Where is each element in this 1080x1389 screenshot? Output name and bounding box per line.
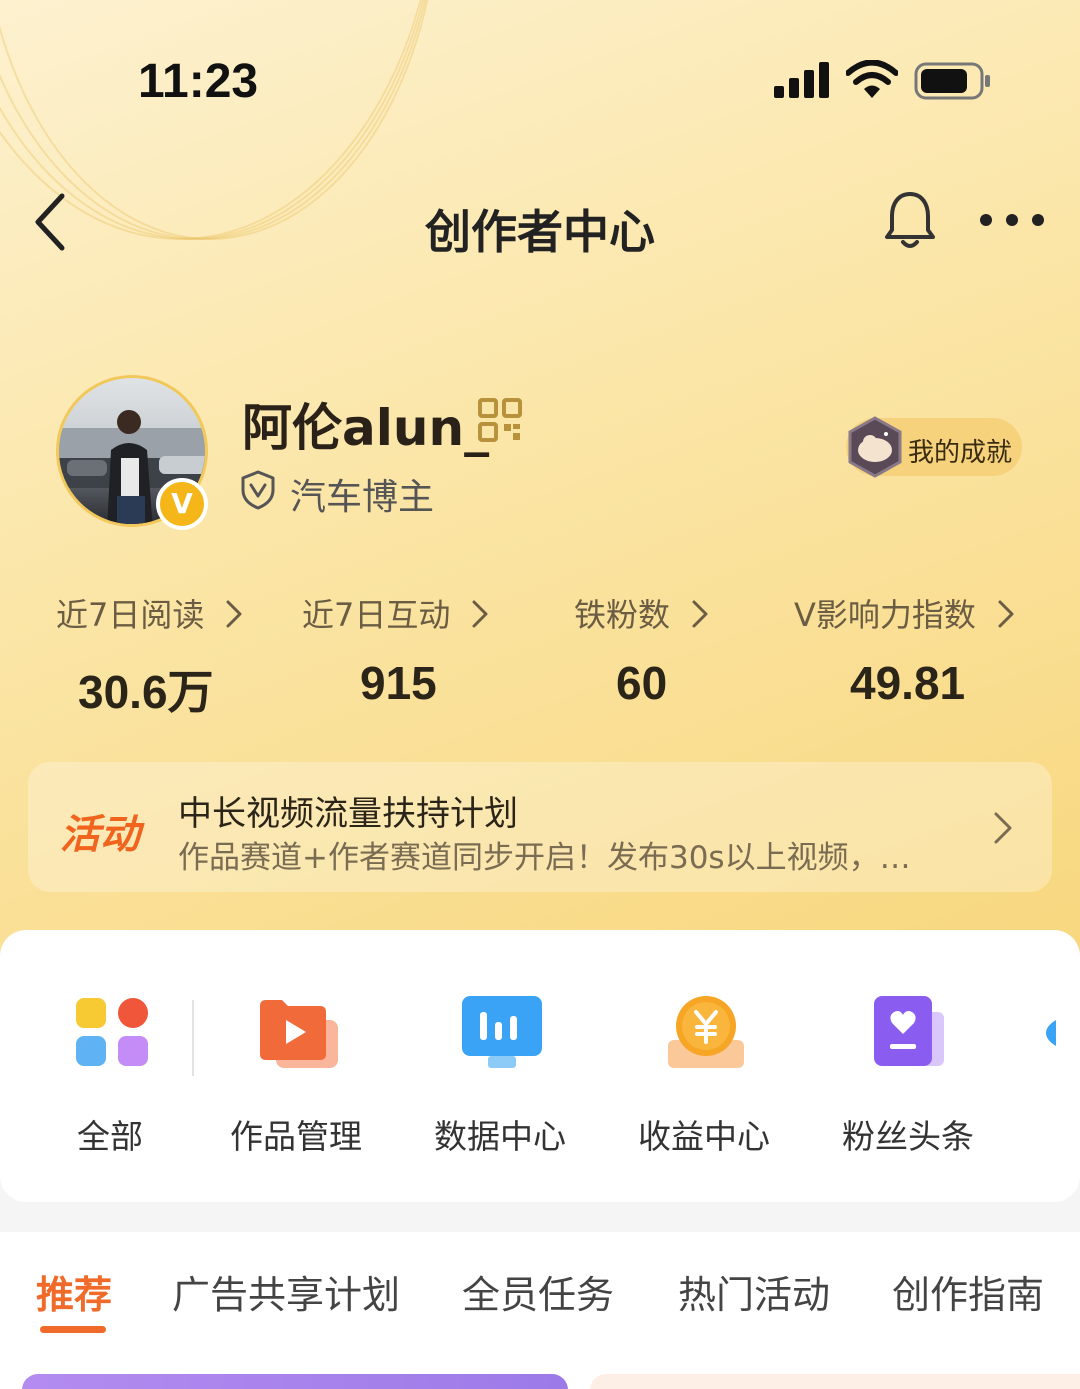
activity-description: 作品赛道+作者赛道同步开启！发布30s以上视频，… [178, 840, 911, 876]
profile-section: V 阿伦alun_ 汽车博主 我的成就 [0, 370, 1080, 540]
battery-icon [914, 62, 990, 100]
tab-recommended[interactable]: 推荐 [36, 1264, 112, 1319]
chevron-right-icon [994, 812, 1012, 844]
more-icon[interactable] [978, 210, 1046, 230]
yen-coin-icon [668, 996, 744, 1068]
tool-label: 粉丝头条 [842, 1117, 974, 1156]
tool-all[interactable]: 全部 [10, 994, 210, 1164]
video-folder-icon [260, 1000, 338, 1068]
tool-label: 数据中心 [434, 1117, 566, 1156]
grid-apps-icon [76, 998, 148, 1066]
achievement-label: 我的成就 [908, 438, 1013, 468]
signal-icon [774, 62, 829, 98]
tool-fans-headline[interactable]: 粉丝头条 [808, 994, 1008, 1164]
chevron-right-icon [472, 600, 488, 628]
shield-icon [241, 470, 275, 510]
stat-interactions[interactable]: 近7日互动 915 [302, 590, 502, 720]
stat-label: 近7日互动 [302, 596, 451, 634]
tab-creation-guide[interactable]: 创作指南 [892, 1264, 1044, 1319]
partial-tool-icon [1046, 1020, 1056, 1046]
verified-badge: V [156, 478, 208, 530]
activity-title: 中长视频流量扶持计划 [178, 794, 518, 834]
tools-divider [192, 1000, 194, 1076]
status-time: 11:23 [138, 55, 259, 108]
stat-value: 49.81 [850, 657, 966, 709]
heart-book-icon [874, 996, 944, 1066]
tool-data-center[interactable]: 数据中心 [400, 994, 600, 1164]
tab-hot-activities[interactable]: 热门活动 [678, 1264, 830, 1319]
tab-active-indicator [40, 1326, 106, 1333]
activity-tag: 活动 [60, 812, 140, 858]
tool-label: 全部 [77, 1117, 143, 1156]
stat-label: 近7日阅读 [56, 596, 205, 634]
stat-value: 60 [616, 657, 668, 709]
tools-panel: 全部 作品管理 数据中心 收益中心 粉丝头条 [0, 930, 1080, 1202]
bell-icon[interactable] [884, 190, 936, 250]
activity-banner[interactable]: 活动 中长视频流量扶持计划 作品赛道+作者赛道同步开启！发布30s以上视频，… [28, 762, 1052, 892]
tab-bar: 推荐 广告共享计划 全员任务 热门活动 创作指南 [0, 1232, 1080, 1389]
chevron-right-icon [998, 600, 1014, 628]
username: 阿伦alun_ [242, 399, 490, 457]
stat-influence[interactable]: V影响力指数 49.81 [794, 590, 1034, 720]
tab-ad-sharing[interactable]: 广告共享计划 [172, 1264, 400, 1319]
role-label: 汽车博主 [290, 477, 435, 518]
stat-label: V影响力指数 [794, 596, 976, 634]
content-card[interactable] [590, 1374, 1080, 1389]
stat-reads[interactable]: 近7日阅读 30.6万 [56, 590, 256, 720]
achievement-button[interactable]: 我的成就 [846, 416, 1022, 478]
tool-label: 收益中心 [638, 1117, 770, 1156]
qr-code-icon[interactable] [478, 398, 522, 442]
stat-fans[interactable]: 铁粉数 60 [574, 590, 724, 720]
stat-value: 30.6万 [78, 666, 214, 718]
achievement-medal-icon [848, 416, 902, 478]
tool-works[interactable]: 作品管理 [196, 994, 396, 1164]
stats-row: 近7日阅读 30.6万 近7日互动 915 铁粉数 60 V影响力指数 49.8… [0, 590, 1080, 720]
stat-value: 915 [360, 657, 437, 709]
nav-bar: 创作者中心 [0, 170, 1080, 280]
status-bar: 11:23 [0, 0, 1080, 160]
tool-income[interactable]: 收益中心 [604, 994, 804, 1164]
content-card[interactable] [22, 1374, 568, 1389]
chevron-right-icon [692, 600, 708, 628]
tab-all-tasks[interactable]: 全员任务 [462, 1264, 614, 1319]
chevron-right-icon [226, 600, 242, 628]
wifi-icon [846, 60, 898, 98]
chart-monitor-icon [462, 996, 542, 1068]
tool-label: 作品管理 [230, 1117, 362, 1156]
stat-label: 铁粉数 [574, 596, 671, 634]
